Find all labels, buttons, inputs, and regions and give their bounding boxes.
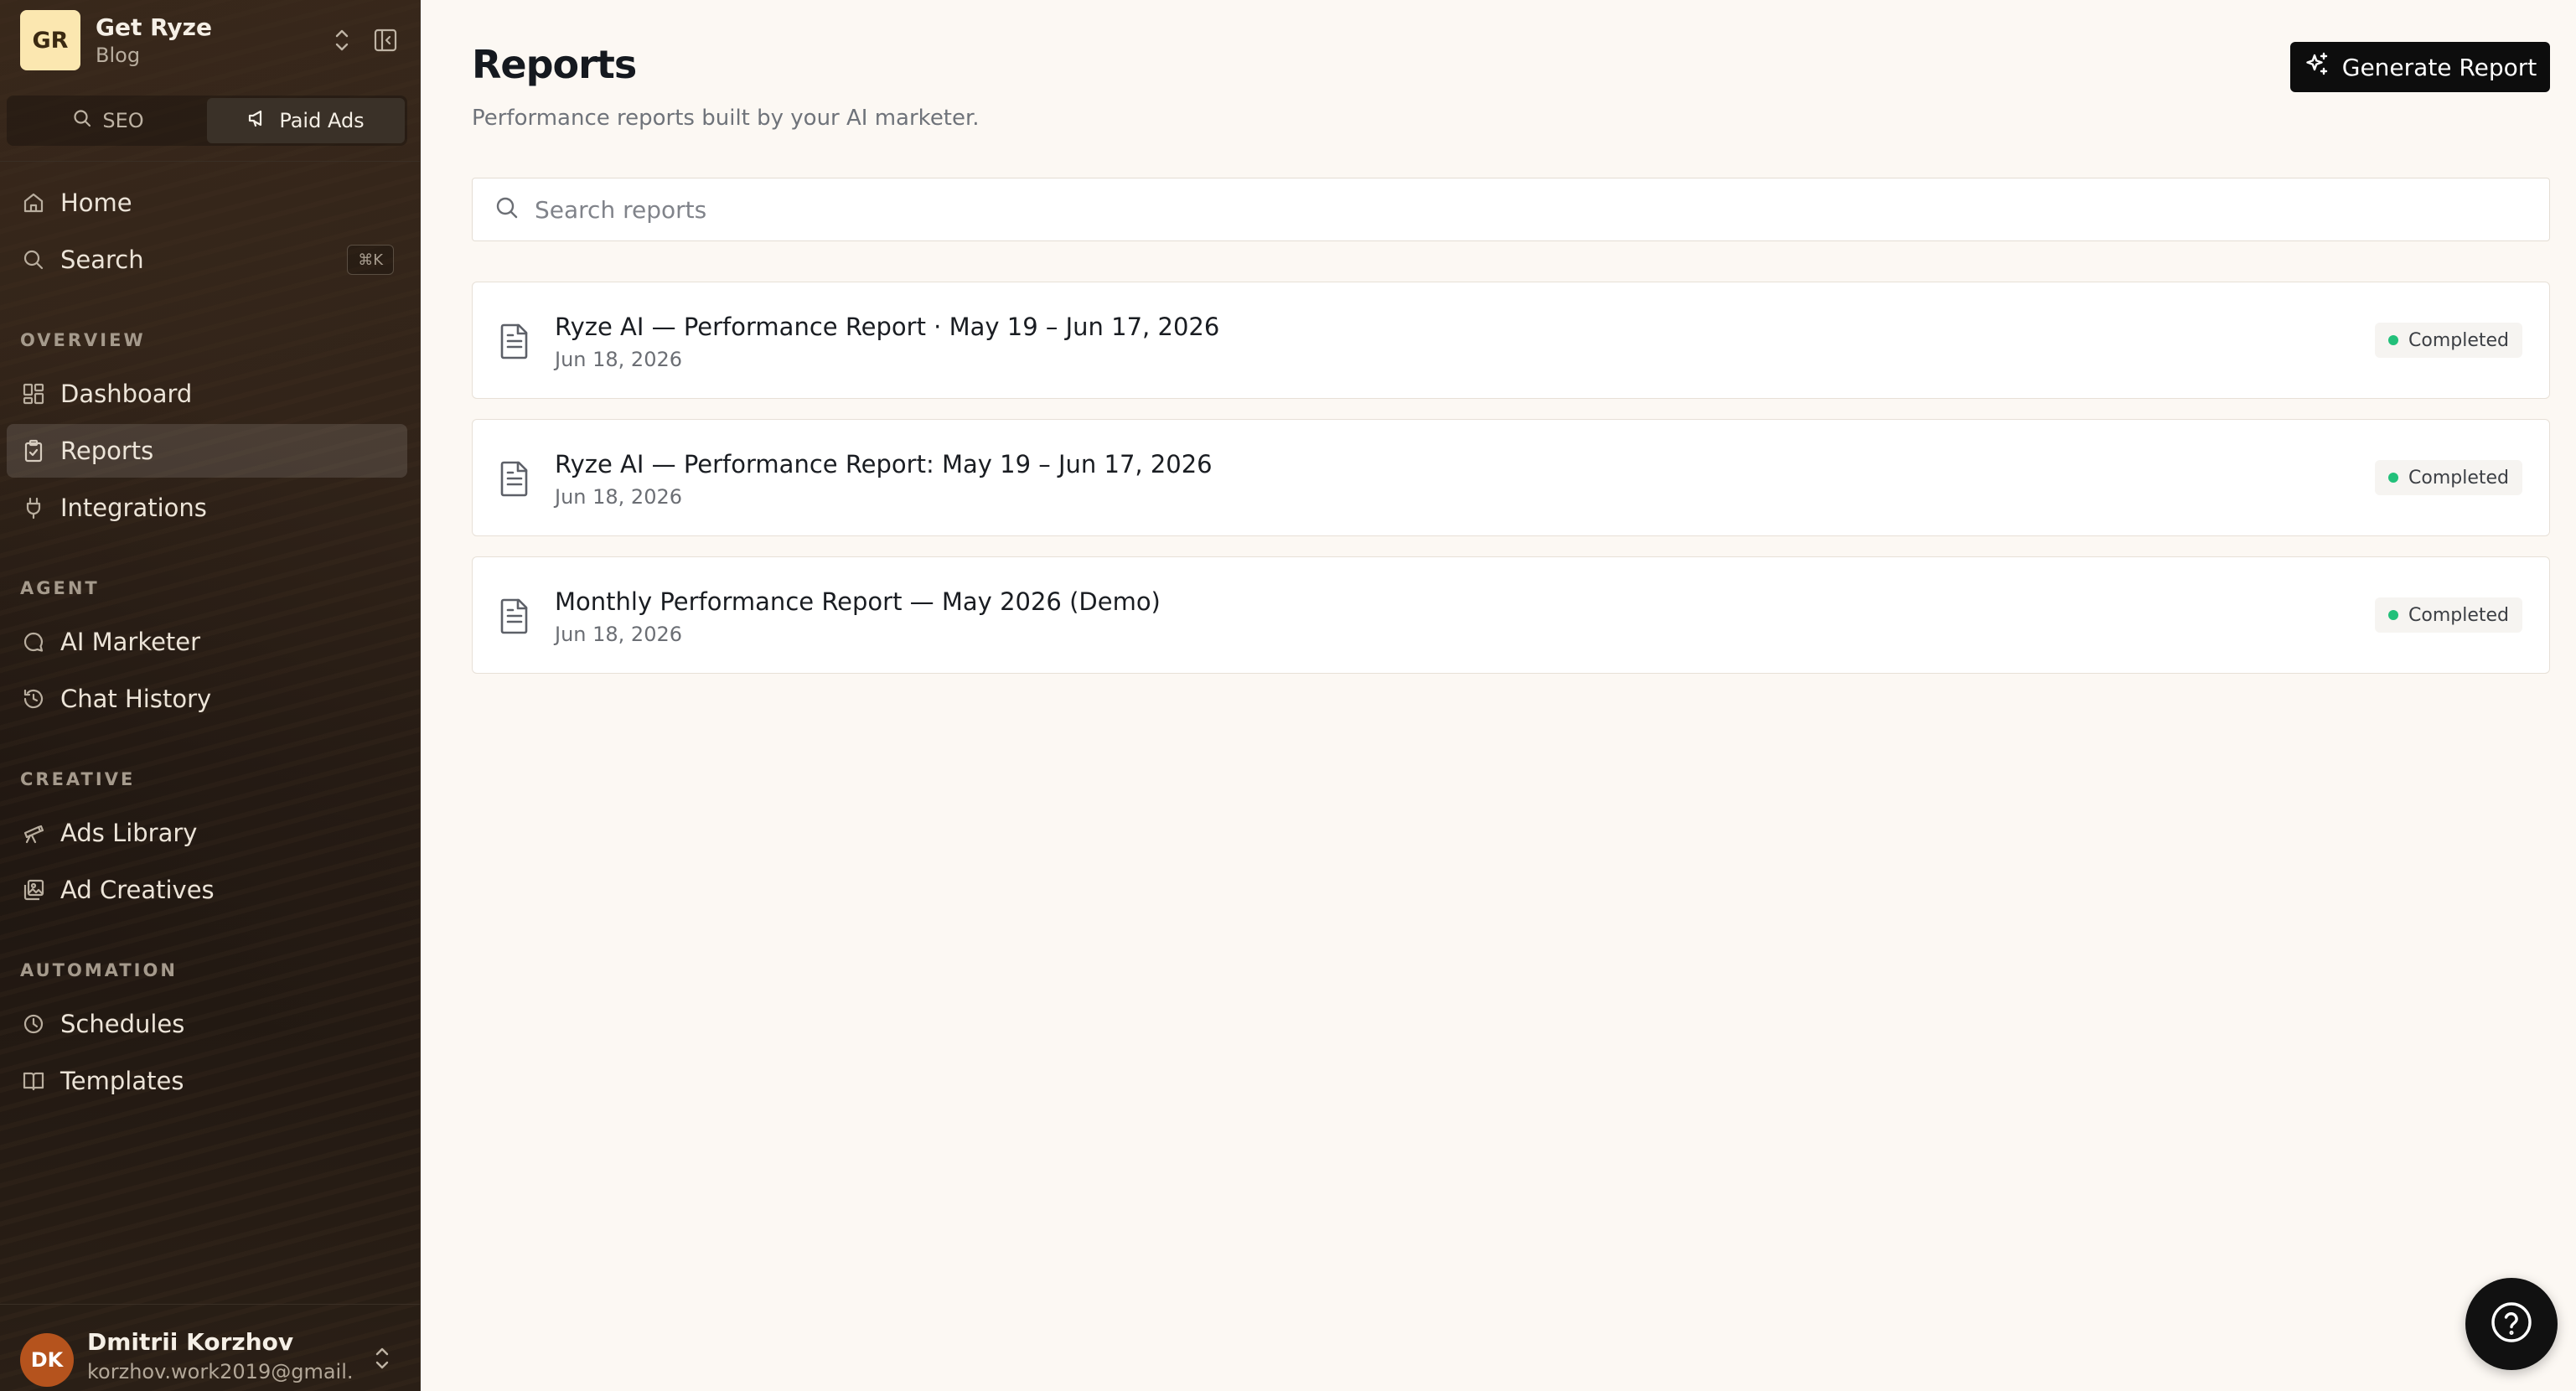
status-badge: Completed <box>2375 597 2522 633</box>
mode-paid-ads-button[interactable]: Paid Ads <box>207 98 405 143</box>
nav-reports-label: Reports <box>60 437 154 465</box>
report-date: Jun 18, 2026 <box>555 623 683 646</box>
status-dot <box>2388 335 2398 345</box>
chevrons-up-down-icon[interactable] <box>365 1342 399 1375</box>
search-shortcut-badge: ⌘K <box>347 245 394 275</box>
megaphone-icon <box>247 107 269 134</box>
home-icon <box>20 189 47 216</box>
status-label: Completed <box>2408 329 2509 351</box>
mode-paid-ads-label: Paid Ads <box>279 109 365 132</box>
page-title: Reports <box>472 42 637 87</box>
nav-item-ads-library[interactable]: Ads Library <box>7 806 407 860</box>
dashboard-icon <box>20 380 47 407</box>
nav-ads-library-label: Ads Library <box>60 819 198 847</box>
user-avatar: DK <box>20 1333 74 1387</box>
status-dot <box>2388 473 2398 483</box>
nav-ad-creatives-label: Ad Creatives <box>60 876 215 904</box>
section-label-overview: OVERVIEW <box>20 330 146 350</box>
telescope-icon <box>20 820 47 846</box>
nav-item-home[interactable]: Home <box>7 176 407 230</box>
nav-templates-label: Templates <box>60 1067 184 1095</box>
workspace-avatar: GR <box>20 10 80 70</box>
help-button[interactable] <box>2465 1278 2558 1370</box>
report-row[interactable]: Ryze AI — Performance Report: May 19 – J… <box>472 419 2550 536</box>
report-date: Jun 18, 2026 <box>555 348 683 371</box>
sidebar: GR Get Ryze Blog SEO Paid Ads Home Searc… <box>0 0 421 1391</box>
chevrons-up-down-icon[interactable] <box>325 23 359 57</box>
history-icon <box>20 685 47 712</box>
report-row[interactable]: Monthly Performance Report — May 2026 (D… <box>472 556 2550 674</box>
nav-item-chat-history[interactable]: Chat History <box>7 672 407 726</box>
status-badge: Completed <box>2375 460 2522 495</box>
nav-item-dashboard[interactable]: Dashboard <box>7 367 407 421</box>
nav-dashboard-label: Dashboard <box>60 380 193 408</box>
user-name: Dmitrii Korzhov <box>87 1328 294 1356</box>
nav-item-templates[interactable]: Templates <box>7 1054 407 1108</box>
nav-integrations-label: Integrations <box>60 494 207 522</box>
workspace-subtitle: Blog <box>96 44 141 67</box>
nav-item-search[interactable]: Search ⌘K <box>7 233 407 287</box>
status-label: Completed <box>2408 467 2509 489</box>
status-label: Completed <box>2408 604 2509 626</box>
search-icon <box>72 108 92 133</box>
report-row[interactable]: Ryze AI — Performance Report · May 19 – … <box>472 282 2550 399</box>
document-icon <box>498 323 531 359</box>
report-title: Ryze AI — Performance Report: May 19 – J… <box>555 450 1213 478</box>
user-email: korzhov.work2019@gmail.... <box>87 1360 355 1383</box>
book-open-icon <box>20 1068 47 1094</box>
status-badge: Completed <box>2375 323 2522 358</box>
mode-toggle: SEO Paid Ads <box>7 96 407 146</box>
clipboard-check-icon <box>20 437 47 464</box>
nav-home-label: Home <box>60 189 132 217</box>
sidebar-collapse-icon[interactable] <box>369 23 402 57</box>
sidebar-divider <box>0 161 421 162</box>
nav-item-ad-creatives[interactable]: Ad Creatives <box>7 863 407 917</box>
plug-icon <box>20 494 47 521</box>
search-icon <box>20 246 47 273</box>
workspace-info: Get Ryze Blog <box>96 13 315 68</box>
report-title: Ryze AI — Performance Report · May 19 – … <box>555 313 1220 341</box>
sparkles-icon <box>2304 51 2330 84</box>
nav-item-reports[interactable]: Reports <box>7 424 407 478</box>
section-label-creative: CREATIVE <box>20 769 136 789</box>
nav-search-label: Search <box>60 246 144 274</box>
help-circle-icon <box>2488 1299 2535 1349</box>
nav-ai-marketer-label: AI Marketer <box>60 628 201 656</box>
mode-seo-label: SEO <box>102 109 144 132</box>
document-icon <box>498 597 531 634</box>
section-label-agent: AGENT <box>20 578 100 598</box>
user-menu[interactable]: DK Dmitrii Korzhov korzhov.work2019@gmai… <box>0 1304 421 1391</box>
workspace-name: Get Ryze <box>96 13 212 41</box>
nav-item-ai-marketer[interactable]: AI Marketer <box>7 615 407 669</box>
search-icon <box>494 195 520 224</box>
generate-report-label: Generate Report <box>2341 53 2537 81</box>
section-label-automation: AUTOMATION <box>20 960 178 980</box>
search-reports-field <box>472 178 2550 241</box>
document-icon <box>498 460 531 497</box>
report-date: Jun 18, 2026 <box>555 485 683 509</box>
report-title: Monthly Performance Report — May 2026 (D… <box>555 587 1161 616</box>
images-icon <box>20 876 47 903</box>
nav-item-schedules[interactable]: Schedules <box>7 997 407 1051</box>
page-subtitle: Performance reports built by your AI mar… <box>472 106 980 131</box>
nav-chat-history-label: Chat History <box>60 685 212 713</box>
mode-seo-button[interactable]: SEO <box>9 98 207 143</box>
nav-schedules-label: Schedules <box>60 1010 185 1038</box>
clock-icon <box>20 1011 47 1037</box>
generate-report-button[interactable]: Generate Report <box>2290 42 2550 92</box>
search-reports-input[interactable] <box>535 195 2462 224</box>
status-dot <box>2388 610 2398 620</box>
workspace-switcher[interactable]: GR Get Ryze Blog <box>20 10 402 70</box>
nav-item-integrations[interactable]: Integrations <box>7 481 407 535</box>
chat-bubble-icon <box>20 628 47 655</box>
